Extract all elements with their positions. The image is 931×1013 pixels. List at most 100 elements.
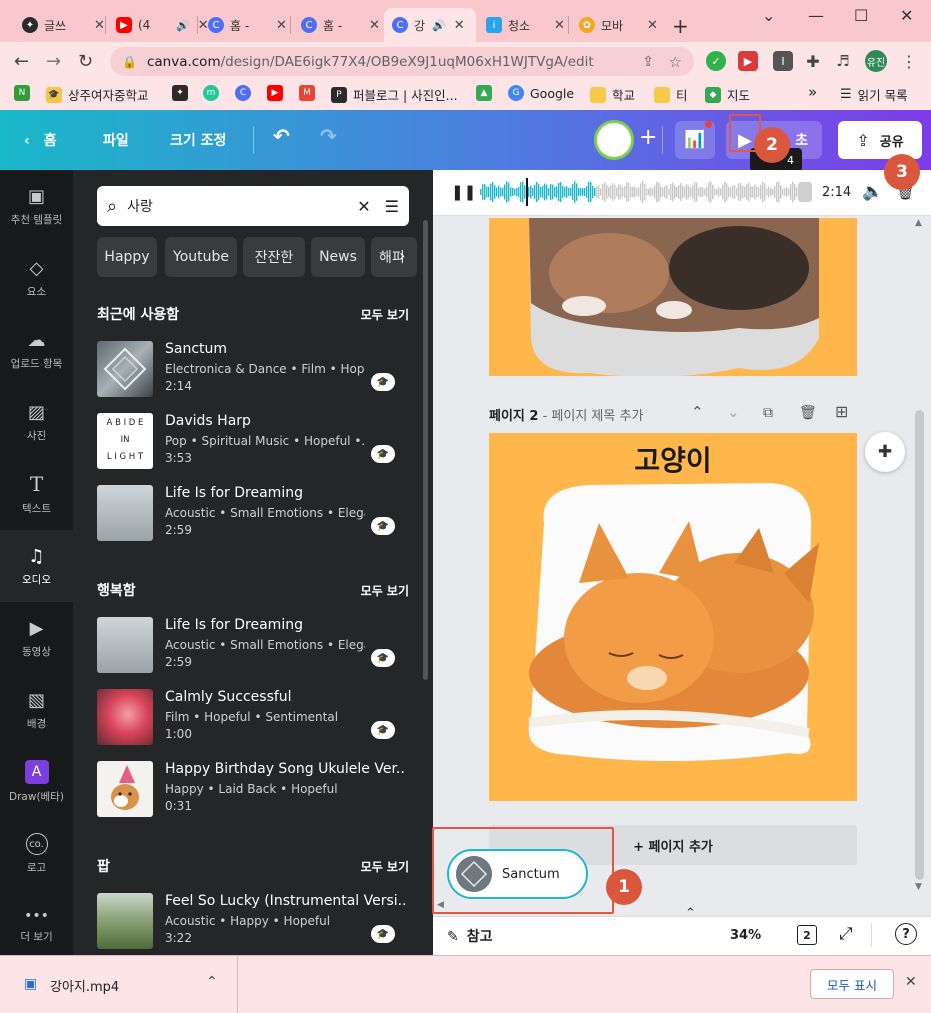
pause-icon[interactable]: ❚❚ [451, 183, 476, 201]
delete-page-icon[interactable]: 🗑 [799, 405, 817, 421]
share-button[interactable]: ⇪ 공유 [838, 121, 922, 159]
bookmark-item[interactable]: P 퍼블로그 | 사진인... [331, 85, 458, 104]
track-item[interactable]: Life Is for Dreaming Acoustic • Small Em… [97, 615, 409, 675]
home-button[interactable]: ‹ 홈 [24, 130, 57, 150]
rail-item-more[interactable]: ••• 더 보기 [0, 890, 73, 962]
help-button[interactable]: ? [895, 923, 917, 945]
chip-happy-ko[interactable]: 해피 [371, 237, 417, 277]
notes-button[interactable]: ✎ 참고 [447, 926, 493, 946]
browser-tab[interactable]: i 청소 ✕ [478, 8, 573, 42]
see-all-link[interactable]: 모두 보기 [361, 858, 409, 875]
audio-waveform[interactable] [480, 176, 814, 208]
close-downloads-icon[interactable]: ✕ [905, 974, 917, 990]
rail-item-background[interactable]: ▧ 배경 [0, 674, 73, 746]
see-all-link[interactable]: 모두 보기 [361, 582, 409, 599]
bookmark-item[interactable]: ✦ [172, 85, 194, 101]
close-icon[interactable]: ✕ [554, 18, 565, 33]
design-page-1[interactable] [489, 218, 857, 376]
show-all-downloads-button[interactable]: 모두 표시 [810, 969, 894, 999]
filter-sliders-icon[interactable]: ☰ [385, 197, 399, 216]
bookmark-item[interactable]: 🎓 상주여자중학교 [46, 85, 149, 104]
minimize-icon[interactable]: — [808, 6, 824, 25]
chip-youtube[interactable]: Youtube [165, 237, 237, 277]
clear-search-icon[interactable]: ✕ [357, 197, 370, 216]
zoom-level[interactable]: 34% [730, 928, 761, 943]
profile-avatar[interactable]: 유진 [865, 50, 887, 72]
audio-playing-icon[interactable]: 🔊 [432, 19, 446, 32]
rail-item-photos[interactable]: ▨ 사진 [0, 386, 73, 458]
more-bookmarks-chevron[interactable]: » [808, 83, 817, 101]
extension-icon[interactable]: I [773, 51, 793, 71]
bookmark-folder[interactable]: 학교 [590, 85, 635, 104]
back-arrow-icon[interactable]: ← [14, 51, 29, 72]
comment-add-icon[interactable]: ✚ [865, 432, 905, 472]
browser-tab[interactable]: ✿ 모바 ✕ [571, 8, 666, 42]
bookmark-item[interactable]: N [14, 85, 36, 101]
rail-item-elements[interactable]: ◇ 요소 [0, 242, 73, 314]
track-item[interactable]: Life Is for Dreaming Acoustic • Small Em… [97, 483, 409, 543]
search-input[interactable]: 사랑 [127, 196, 357, 216]
undo-icon[interactable]: ↶ [273, 124, 290, 148]
rail-item-audio[interactable]: ♫ 오디오 [0, 530, 73, 602]
track-item[interactable]: A B I D E IN L I G H T Davids Harp Pop •… [97, 411, 409, 471]
chip-calm[interactable]: 잔잔한 [243, 237, 305, 277]
bookmark-star-icon[interactable]: ☆ [669, 53, 682, 71]
design-page-2[interactable]: 고양이 [489, 433, 857, 801]
download-item[interactable]: ▣ 강아지.mp4 ⌃ [0, 956, 238, 1013]
chevron-right-icon[interactable]: › [399, 246, 405, 265]
collaborator-avatar[interactable] [594, 120, 634, 160]
chip-happy[interactable]: Happy [97, 237, 157, 277]
page-2-label[interactable]: 페이지 2 - 페이지 제목 추가 [489, 405, 643, 424]
maximize-icon[interactable]: ☐ [854, 6, 868, 25]
new-tab-plus-icon[interactable]: + [672, 14, 689, 38]
close-icon[interactable]: ✕ [94, 18, 105, 33]
track-item[interactable]: Feel So Lucky (Instrumental Versi... Aco… [97, 891, 409, 951]
close-icon[interactable]: ✕ [276, 18, 287, 33]
close-icon[interactable]: ✕ [647, 18, 658, 33]
add-collaborator-plus-icon[interactable]: + [639, 125, 657, 150]
track-item[interactable]: Calmly Successful Film • Hopeful • Senti… [97, 687, 409, 747]
bookmark-item[interactable]: m [203, 85, 225, 101]
rail-item-video[interactable]: ▶ 동영상 [0, 602, 73, 674]
audio-playing-icon[interactable]: 🔊 [176, 19, 190, 32]
bookmark-item[interactable]: C [235, 85, 257, 101]
see-all-link[interactable]: 모두 보기 [361, 306, 409, 323]
volume-icon[interactable]: 🔈 [862, 182, 883, 202]
lock-icon[interactable]: 🔒 [122, 55, 137, 69]
search-box[interactable]: ⌕ 사랑 ✕ ☰ [97, 186, 409, 226]
bookmark-item[interactable]: ◆ 지도 [705, 85, 750, 104]
window-close-icon[interactable]: ✕ [900, 6, 913, 25]
share-page-icon[interactable]: ⇪ [642, 54, 654, 70]
duplicate-page-icon[interactable]: ⧉ [763, 405, 773, 421]
resize-button[interactable]: 크기 조정 [170, 130, 226, 150]
track-item[interactable]: Happy Birthday Song Ukulele Ver... Happy… [97, 759, 409, 819]
rail-item-text[interactable]: T 텍스트 [0, 458, 73, 530]
browser-tab[interactable]: C 홈 - ✕ [293, 8, 388, 42]
close-icon[interactable]: ✕ [454, 18, 465, 33]
page-title-placeholder[interactable]: - 페이지 제목 추가 [543, 409, 644, 424]
add-page-icon[interactable]: ⊞ [835, 402, 848, 421]
bookmark-item[interactable]: G Google [508, 85, 574, 101]
rail-item-draw[interactable]: A Draw(베타) [0, 746, 73, 818]
rail-item-templates[interactable]: ▣ 추천 템플릿 [0, 170, 73, 242]
kebab-menu-icon[interactable]: ⋮ [899, 51, 919, 71]
reload-icon[interactable]: ↻ [78, 51, 93, 72]
file-menu-button[interactable]: 파일 [103, 130, 129, 150]
reading-list-button[interactable]: ☰ 읽기 목록 [840, 85, 908, 104]
panel-scrollbar[interactable] [423, 220, 428, 680]
scroll-up-icon[interactable]: ▲ [915, 218, 922, 228]
media-control-icon[interactable]: ♬ [833, 51, 853, 71]
page-count-button[interactable]: 2 [797, 925, 817, 945]
rail-item-logo[interactable]: co. 로고 [0, 818, 73, 890]
tab-search-chevron-icon[interactable]: ⌄ [762, 6, 775, 25]
chip-news[interactable]: News [311, 237, 365, 277]
chevron-down-icon[interactable]: ⌄ [727, 403, 740, 421]
rail-item-uploads[interactable]: ☁ 업로드 항목 [0, 314, 73, 386]
puzzle-extensions-icon[interactable]: ✚ [803, 51, 823, 71]
browser-tab[interactable]: ✦ 글쓰 ✕ [14, 8, 113, 42]
bookmark-folder[interactable]: 티 [654, 85, 688, 104]
shield-extension-icon[interactable]: ✓ [706, 51, 726, 71]
redo-icon[interactable]: ↷ [320, 124, 337, 148]
chevron-up-icon[interactable]: ⌃ [691, 403, 704, 421]
bookmark-item[interactable]: ▲ [476, 85, 498, 101]
